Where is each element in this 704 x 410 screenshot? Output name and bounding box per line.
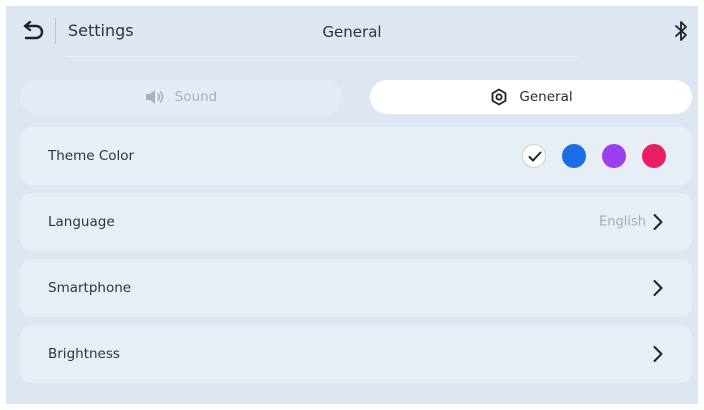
header-underline: [66, 56, 578, 57]
swatch-white-selected[interactable]: [522, 144, 546, 168]
gear-icon: [489, 88, 509, 106]
swatch-pink[interactable]: [642, 144, 666, 168]
row-language[interactable]: Language English: [20, 193, 692, 251]
theme-color-label: Theme Color: [48, 148, 135, 164]
smartphone-label: Smartphone: [48, 280, 132, 296]
row-theme-color: Theme Color: [20, 127, 692, 185]
chevron-right-icon: [653, 280, 663, 296]
page-title: General: [322, 23, 382, 41]
theme-swatches: [522, 144, 666, 168]
row-smartphone[interactable]: Smartphone: [20, 259, 692, 317]
chevron-right-icon: [653, 346, 663, 362]
language-value: English: [599, 214, 646, 230]
brightness-label: Brightness: [48, 346, 120, 362]
swatch-blue[interactable]: [562, 144, 586, 168]
speaker-icon: [145, 89, 165, 105]
chevron-right-icon: [653, 214, 663, 230]
tab-general[interactable]: General: [370, 80, 692, 114]
tab-sound[interactable]: Sound: [20, 80, 342, 114]
tab-sound-label: Sound: [174, 89, 218, 105]
tab-general-label: General: [519, 89, 573, 105]
swatch-purple[interactable]: [602, 144, 626, 168]
check-icon: [528, 151, 542, 162]
header-bar: Settings General: [6, 6, 698, 58]
row-brightness[interactable]: Brightness: [20, 325, 692, 383]
bluetooth-icon[interactable]: [673, 20, 689, 42]
settings-screen: Settings General Sound General Theme Col…: [6, 6, 698, 404]
language-label: Language: [48, 214, 115, 230]
